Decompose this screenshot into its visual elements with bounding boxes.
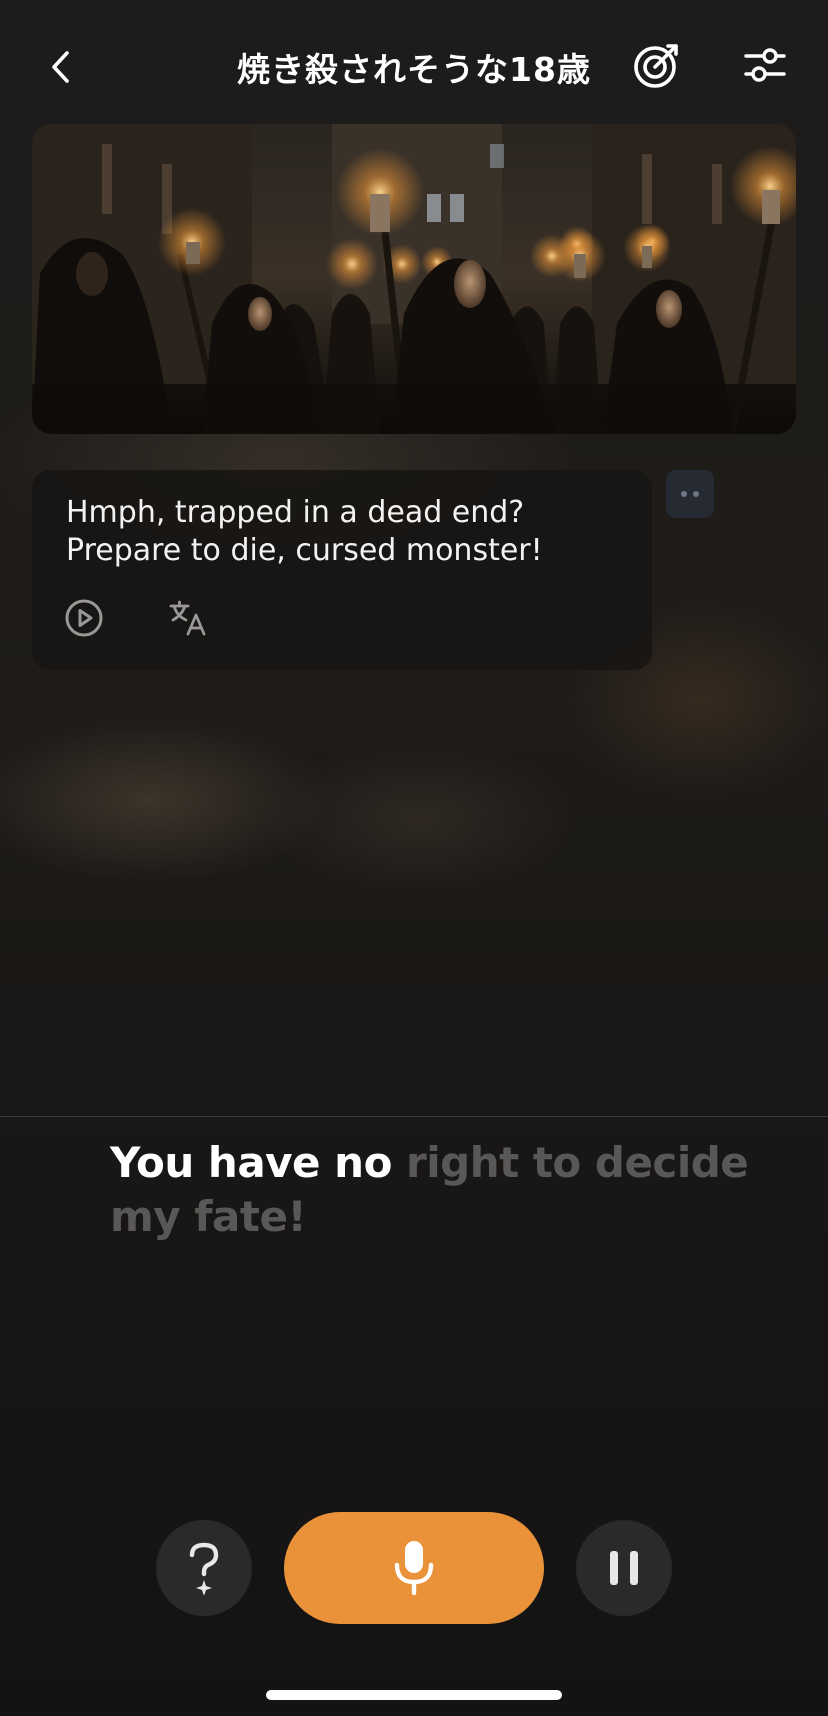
home-indicator	[266, 1690, 562, 1700]
message-text: Hmph, trapped in a dead end? Prepare to …	[66, 494, 636, 570]
microphone-icon	[394, 1541, 434, 1596]
scene-image	[32, 124, 796, 434]
torch-procession-illustration	[32, 124, 796, 434]
play-circle-icon	[65, 599, 103, 637]
settings-button[interactable]	[738, 38, 792, 92]
chevron-left-icon	[52, 51, 69, 83]
conversation-screen: 焼き殺されそうな18歳 Hmph, trapped in a dead end?…	[0, 0, 828, 1716]
typing-dot	[693, 491, 699, 497]
typing-dot	[681, 491, 687, 497]
transcript-spoken: You have no	[110, 1138, 407, 1187]
hint-button[interactable]	[156, 1520, 252, 1616]
sliders-icon	[744, 48, 786, 82]
goal-button[interactable]	[630, 38, 684, 92]
top-bar: 焼き殺されそうな18歳	[0, 30, 828, 100]
typing-indicator	[666, 470, 714, 518]
target-check-icon	[634, 44, 678, 88]
back-button[interactable]	[36, 42, 86, 92]
question-sparkle-icon	[189, 1542, 219, 1595]
pause-icon	[610, 1551, 638, 1585]
play-audio-button[interactable]	[62, 596, 106, 640]
microphone-button[interactable]	[284, 1512, 544, 1624]
page-title: 焼き殺されそうな18歳	[237, 50, 591, 89]
message-line-1: Hmph, trapped in a dead end?	[66, 495, 525, 530]
character-message-bubble: Hmph, trapped in a dead end? Prepare to …	[32, 470, 652, 670]
message-line-2: Prepare to die, cursed monster!	[66, 533, 543, 568]
speech-transcript: You have no right to decide my fate!	[110, 1136, 750, 1244]
translate-icon	[169, 600, 206, 636]
translate-button[interactable]	[166, 596, 210, 640]
divider	[0, 1116, 828, 1117]
pause-button[interactable]	[576, 1520, 672, 1616]
